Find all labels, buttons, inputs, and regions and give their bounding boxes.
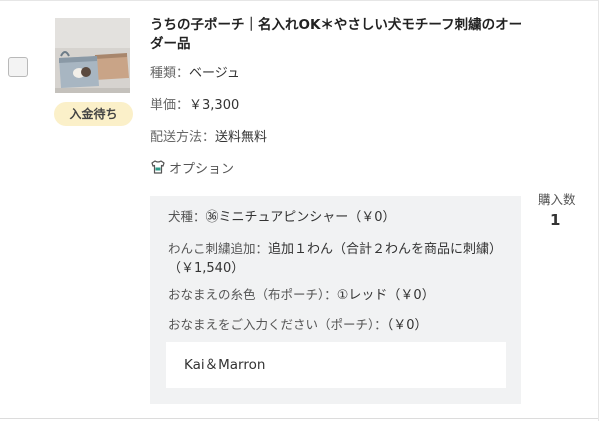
variant-type-value: ベージュ	[189, 66, 240, 81]
shipping-method-label: 配送方法：	[150, 130, 216, 145]
name-entry-field[interactable]: Kai＆Marron	[166, 342, 506, 388]
unit-price-row: 単価：￥3,300	[150, 98, 239, 114]
option-key: 犬種：	[168, 209, 206, 224]
status-badge: 入金待ち	[54, 102, 133, 126]
shipping-method-value: 送料無料	[215, 130, 268, 145]
options-header: オプション	[150, 158, 235, 177]
option-value: ㊱ミニチュアピンシャー（￥0）	[205, 210, 396, 225]
pouch-photo-image	[55, 18, 130, 93]
unit-price-value: ￥3,300	[189, 98, 240, 113]
item-select-checkbox[interactable]	[8, 57, 28, 77]
product-thumbnail[interactable]	[55, 18, 130, 93]
option-value: ①レッド（￥0）	[336, 288, 435, 303]
top-divider	[0, 0, 598, 1]
options-label: オプション	[169, 161, 235, 177]
option-value: （￥0）	[386, 318, 428, 333]
quantity-value: 1	[550, 211, 561, 229]
variant-type-row: 種類：ベージュ	[150, 66, 240, 82]
right-divider	[598, 0, 599, 421]
option-key: おなまえをご入力ください（ポーチ）：	[168, 317, 387, 332]
option-key: わんこ刺繍追加：	[168, 241, 269, 256]
option-thread-color: おなまえの糸色（布ポーチ）：①レッド（￥0）	[168, 286, 435, 305]
option-name-entry: おなまえをご入力ください（ポーチ）：（￥0）	[168, 316, 428, 335]
quantity-label: 購入数	[538, 192, 576, 207]
bottom-divider	[0, 418, 598, 419]
option-key: おなまえの糸色（布ポーチ）：	[168, 287, 337, 302]
variant-type-label: 種類：	[150, 66, 190, 81]
shirt-icon	[151, 160, 165, 174]
option-extra-embroidery: わんこ刺繍追加：追加１わん（合計２わんを商品に刺繍）（￥1,540）	[168, 240, 513, 278]
selected-options-panel: 犬種：㊱ミニチュアピンシャー（￥0） わんこ刺繍追加：追加１わん（合計２わんを商…	[150, 196, 521, 404]
product-title[interactable]: うちの子ポーチ｜名入れOK＊やさしい犬モチーフ刺繍のオーダー品	[150, 16, 530, 54]
unit-price-label: 単価：	[150, 98, 190, 113]
shipping-method-row: 配送方法：送料無料	[150, 130, 267, 146]
option-dog-breed: 犬種：㊱ミニチュアピンシャー（￥0）	[168, 208, 396, 227]
